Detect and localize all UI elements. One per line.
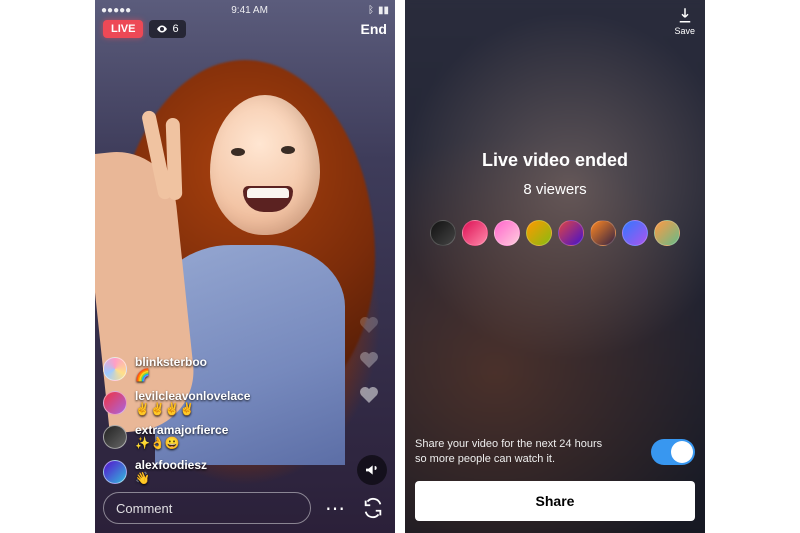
selfie-eye-left	[231, 148, 245, 156]
battery-icon: ▮▮	[378, 5, 389, 16]
viewer-avatar[interactable]	[526, 220, 552, 246]
comment-item: alexfoodiesz 👋	[103, 459, 250, 485]
save-button[interactable]: Save	[674, 6, 695, 36]
avatar	[103, 391, 127, 415]
peace-finger-2	[166, 118, 183, 200]
comment-item: levilcleavonlovelace ✌️✌️✌️✌️	[103, 390, 250, 416]
viewer-count: 6	[172, 23, 178, 35]
comment-item: extramajorfierce ✨👌😀	[103, 424, 250, 450]
share-description: Share your video for the next 24 hours s…	[415, 437, 615, 467]
comment-username[interactable]: blinksterboo	[135, 356, 207, 369]
comment-username[interactable]: alexfoodiesz	[135, 459, 207, 472]
switch-camera-icon	[362, 497, 384, 519]
download-icon	[676, 6, 694, 24]
status-time: 9:41 AM	[231, 5, 268, 16]
viewer-counter[interactable]: 6	[149, 20, 185, 38]
bluetooth-icon: ᛒ	[368, 5, 374, 16]
comment-placeholder: Comment	[116, 501, 172, 516]
ended-summary: Live video ended 8 viewers	[405, 150, 705, 198]
status-bar: ●●●●● 9:41 AM ᛒ ▮▮	[95, 0, 395, 18]
avatar	[103, 425, 127, 449]
share-section: Share your video for the next 24 hours s…	[415, 437, 695, 521]
comment-input-row: Comment ⋯	[103, 491, 387, 525]
selfie-teeth	[247, 188, 289, 198]
pin-comment-button[interactable]	[357, 455, 387, 485]
heart-icon	[359, 385, 379, 403]
carrier-dots-icon: ●●●●●	[101, 5, 131, 16]
comment-input[interactable]: Comment	[103, 492, 311, 524]
viewer-avatar[interactable]	[430, 220, 456, 246]
comment-stream: blinksterboo 🌈 levilcleavonlovelace ✌️✌️…	[103, 356, 250, 486]
live-header: LIVE 6 End	[95, 20, 395, 38]
share-toggle[interactable]	[651, 439, 695, 465]
comment-body: 👋	[135, 472, 207, 485]
live-screen: ●●●●● 9:41 AM ᛒ ▮▮ LIVE 6 End blinksterb…	[95, 0, 395, 533]
end-button[interactable]: End	[361, 21, 387, 37]
ended-viewers: 8 viewers	[405, 181, 705, 198]
ended-title: Live video ended	[405, 150, 705, 171]
viewer-avatar[interactable]	[622, 220, 648, 246]
live-badge: LIVE	[103, 20, 143, 38]
comment-item: blinksterboo 🌈	[103, 356, 250, 382]
share-button[interactable]: Share	[415, 481, 695, 521]
save-label: Save	[674, 26, 695, 36]
ended-screen: Save Live video ended 8 viewers Share yo…	[405, 0, 705, 533]
selfie-eye-right	[281, 146, 295, 154]
viewer-avatar[interactable]	[462, 220, 488, 246]
avatar	[103, 460, 127, 484]
comment-body: 🌈	[135, 369, 207, 382]
eye-icon	[156, 23, 168, 35]
switch-camera-button[interactable]	[359, 494, 387, 522]
viewer-avatar[interactable]	[590, 220, 616, 246]
viewer-avatars	[405, 220, 705, 246]
heart-icon	[359, 350, 379, 368]
viewer-avatar[interactable]	[558, 220, 584, 246]
more-options-button[interactable]: ⋯	[321, 494, 349, 522]
avatar	[103, 357, 127, 381]
viewer-avatar[interactable]	[494, 220, 520, 246]
ellipsis-icon: ⋯	[325, 496, 345, 521]
megaphone-icon	[364, 462, 380, 478]
viewer-avatar[interactable]	[654, 220, 680, 246]
comment-body: ✌️✌️✌️✌️	[135, 403, 250, 416]
comment-body: ✨👌😀	[135, 437, 228, 450]
